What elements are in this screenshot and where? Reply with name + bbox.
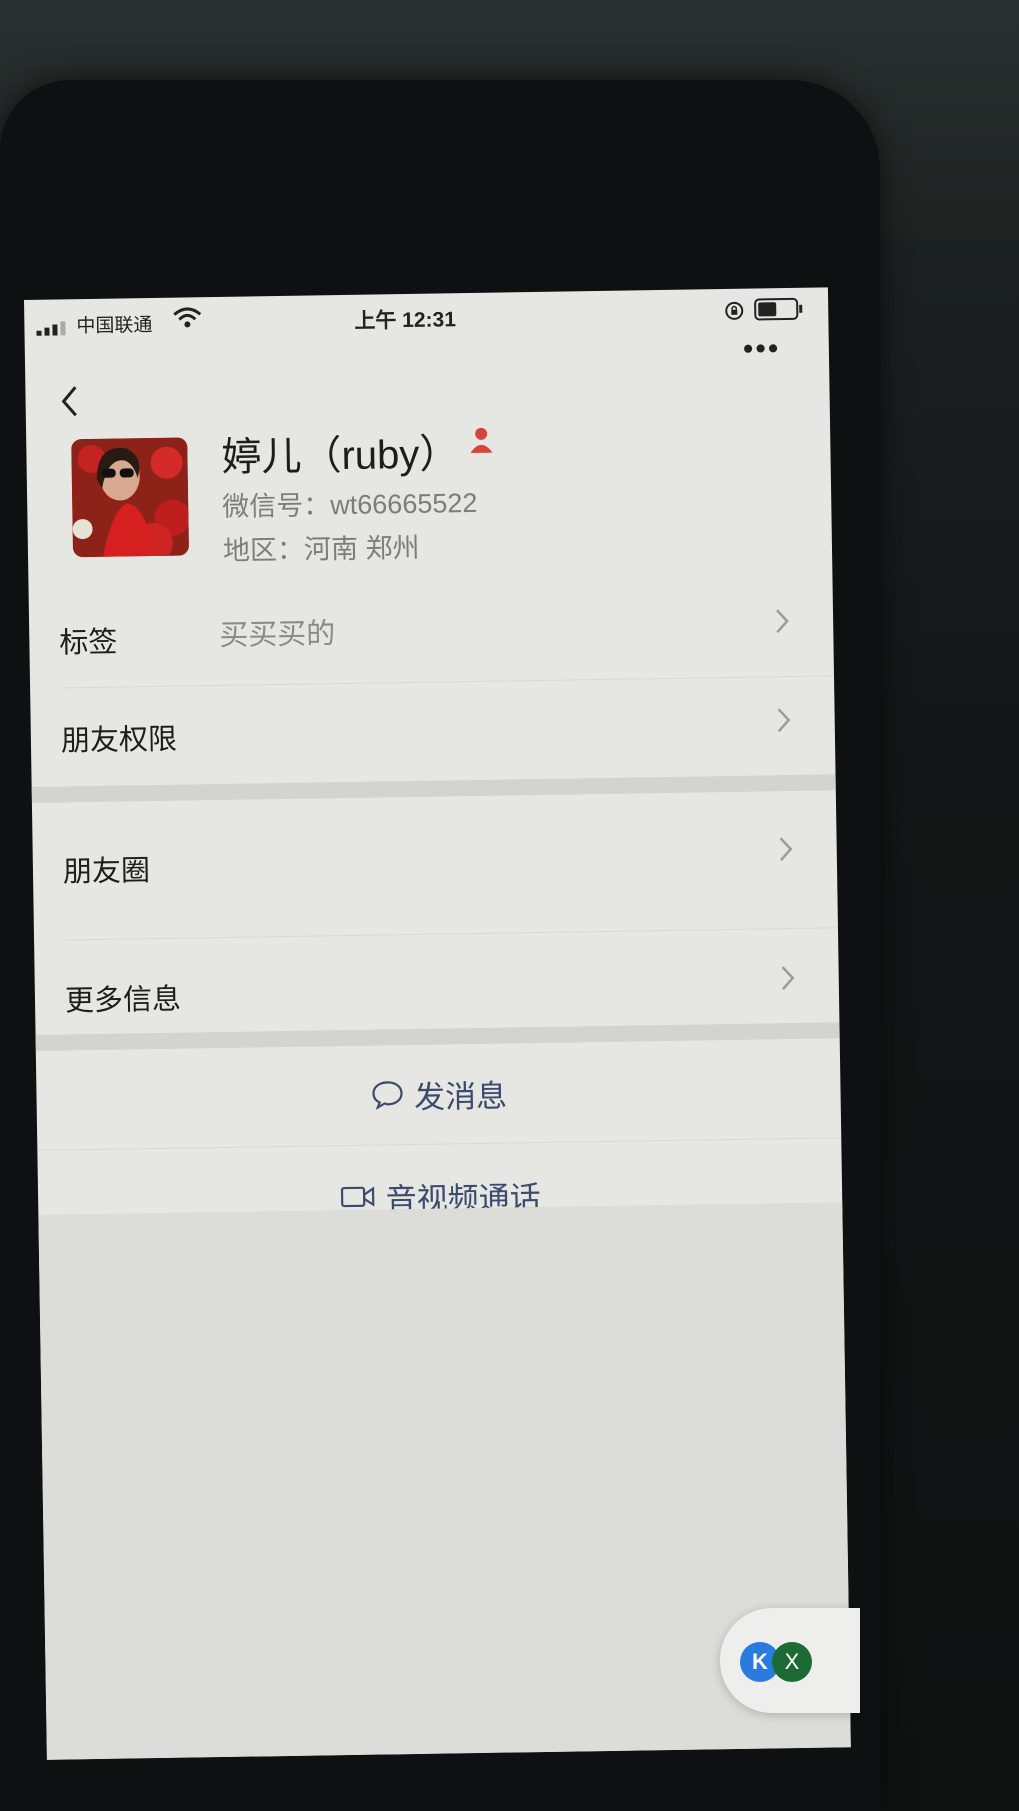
moments-label: 朋友圈 (62, 855, 151, 889)
chevron-right-icon (777, 708, 791, 733)
carrier-name: 中国联通 (76, 314, 153, 338)
region: 地区：河南 郑州 (222, 532, 420, 566)
friend-permission-row[interactable]: 朋友权限 (30, 677, 835, 790)
avatar-photo (71, 437, 190, 558)
more-info-label: 更多信息 (64, 983, 182, 1018)
chat-bubble-icon (371, 1081, 403, 1110)
avatar[interactable] (71, 437, 190, 558)
battery-icon (754, 297, 799, 321)
wifi-icon (173, 307, 202, 328)
video-camera-icon (340, 1186, 374, 1208)
close-floating-icon[interactable]: X (772, 1642, 812, 1682)
moments-row[interactable]: 朋友圈 (32, 792, 837, 905)
signal-icon (36, 321, 66, 336)
tag-value: 买买买的 (219, 618, 336, 652)
person-badge-icon (470, 427, 493, 454)
back-arrow-icon[interactable] (57, 381, 82, 421)
wechat-id: 微信号：wt66665522 (222, 487, 478, 522)
more-options-icon[interactable]: ••• (743, 332, 783, 366)
tag-label: 标签 (59, 626, 118, 660)
phone-screen: 中国联通 上午 12:31 ••• 婷儿（ruby） 微信号：wt6666552… (24, 287, 851, 1760)
rotation-lock-icon (725, 301, 744, 320)
send-message-label: 发消息 (413, 1078, 508, 1115)
chevron-right-icon (776, 609, 789, 634)
friend-permission-label: 朋友权限 (60, 723, 178, 758)
send-message-button[interactable]: 发消息 (36, 1037, 841, 1150)
chevron-right-icon (781, 966, 795, 990)
chevron-right-icon (779, 837, 793, 862)
status-time: 上午 12:31 (354, 308, 457, 333)
contact-name: 婷儿（ruby） (221, 432, 460, 480)
tag-row[interactable]: 标签 买买买的 (28, 572, 833, 685)
floating-widget[interactable]: K X (720, 1608, 860, 1713)
